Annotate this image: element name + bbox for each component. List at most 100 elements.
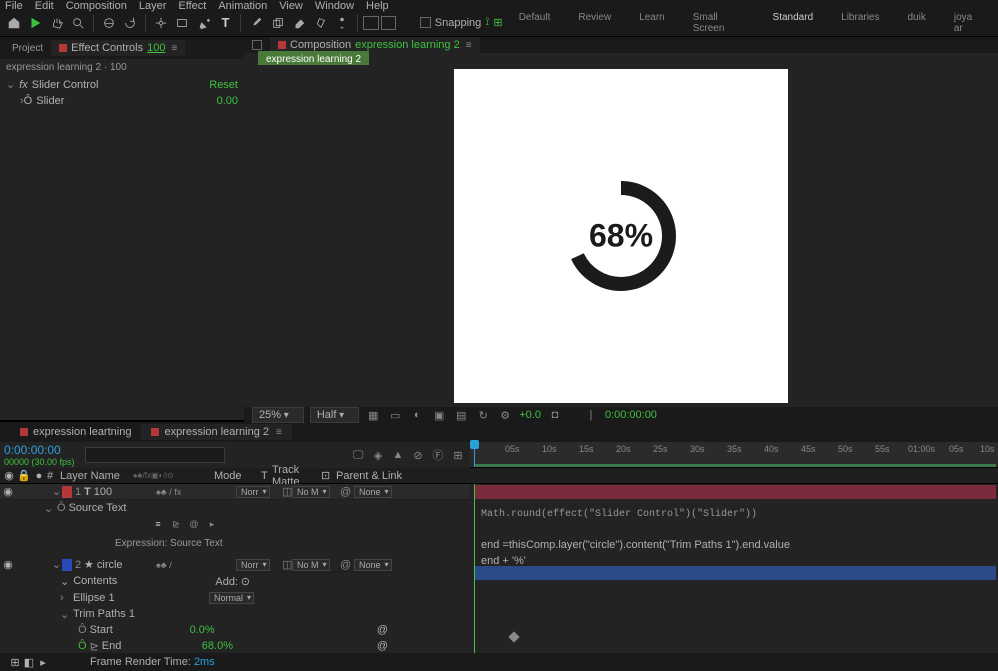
menu-item[interactable]: Layer <box>139 0 167 9</box>
resolution-select[interactable]: Half ▾ <box>310 407 359 423</box>
expression-language-icon[interactable]: ▸ <box>206 518 218 530</box>
property-row[interactable]: Ô Start 0.0% @ <box>0 622 470 638</box>
timeline-tracks[interactable]: Math.round(effect("Slider Control")("Sli… <box>470 484 998 653</box>
roto-tool-icon[interactable] <box>311 13 331 33</box>
tl-btn-icon[interactable]: ▲ <box>390 447 406 463</box>
start-value[interactable]: 0.0% <box>190 624 215 636</box>
layer-bar[interactable] <box>475 566 996 580</box>
trkmat-select[interactable]: No M <box>292 486 330 498</box>
rotate-tool-icon[interactable] <box>121 13 141 33</box>
grid-icon[interactable]: ▦ <box>365 407 381 423</box>
gear-icon[interactable]: ⚙ <box>497 407 513 423</box>
property-row[interactable]: Ô ⊵ End 68.0% @ <box>0 638 470 653</box>
twirl-icon[interactable]: › <box>60 592 70 604</box>
play-icon[interactable] <box>26 13 46 33</box>
menu-item[interactable]: Help <box>366 0 389 9</box>
menu-item[interactable]: Animation <box>218 0 267 9</box>
parent-select[interactable]: None <box>354 559 392 571</box>
workspace-tab[interactable]: joya ar <box>940 8 994 38</box>
trim-paths-row[interactable]: ⌄ Trim Paths 1 <box>0 606 470 622</box>
time-bracket-icon[interactable]: | <box>583 407 599 423</box>
tl-btn-icon[interactable]: ◈ <box>370 447 386 463</box>
fx-effect-row[interactable]: ⌄ fx Slider Control Reset <box>0 76 244 93</box>
workspace-tab[interactable]: Standard <box>759 8 828 38</box>
preserve-trans-toggle[interactable]: ◫ <box>282 485 292 498</box>
eraser-tool-icon[interactable] <box>289 13 309 33</box>
orbit-tool-icon[interactable] <box>99 13 119 33</box>
workspace-tab[interactable]: Learn <box>625 8 679 38</box>
home-icon[interactable] <box>4 13 24 33</box>
tl-btn-icon[interactable]: 🖵 <box>350 447 366 463</box>
region-icon[interactable]: ▣ <box>431 407 447 423</box>
brush-tool-icon[interactable] <box>246 13 266 33</box>
twirl-icon[interactable]: ⌄ <box>60 575 69 588</box>
twirl-icon[interactable]: ⌄ <box>52 485 62 498</box>
stroke-swatch[interactable] <box>381 16 397 30</box>
layer-bar[interactable] <box>475 485 996 499</box>
workspace-tab[interactable]: Libraries <box>827 8 893 38</box>
trkmat-select[interactable]: No M <box>292 559 330 571</box>
workspace-tab[interactable]: duik <box>894 8 940 38</box>
snap-opt-icon[interactable]: ⟟ <box>485 16 489 29</box>
timeline-tab[interactable]: expression learning 2 ≡ <box>141 424 291 440</box>
toggle-in-out-icon[interactable]: ▸ <box>36 656 50 669</box>
menu-item[interactable]: View <box>279 0 303 9</box>
mode-select[interactable]: Norr <box>236 486 270 498</box>
snap-opt-icon[interactable]: ⊞ <box>493 16 502 29</box>
layer-row[interactable]: ◉ ⌄ 2 ★circle ♠♣ / Norr ◫ No M @ None <box>0 557 470 573</box>
tl-btn-icon[interactable]: Ⓕ <box>430 447 446 463</box>
contents-row[interactable]: ⌄ Contents Add: ⊙ <box>0 573 470 590</box>
end-value[interactable]: 68.0% <box>202 640 233 652</box>
visibility-toggle[interactable]: ◉ <box>2 558 14 571</box>
exposure-value[interactable]: +0.0 <box>519 409 541 421</box>
menu-item[interactable]: File <box>5 0 23 9</box>
timeline-tab[interactable]: expression leartning <box>10 424 141 440</box>
expression-code[interactable]: Math.round(effect("Slider Control")("Sli… <box>475 506 996 524</box>
tl-btn-icon[interactable]: ⊞ <box>450 447 466 463</box>
search-input[interactable] <box>85 447 225 463</box>
workspace-tab[interactable]: Small Screen <box>679 8 759 38</box>
playhead[interactable] <box>474 442 475 467</box>
project-tab[interactable]: Project <box>4 41 51 56</box>
reset-button[interactable]: Reset <box>209 79 238 91</box>
anchor-tool-icon[interactable] <box>151 13 171 33</box>
stopwatch-icon[interactable]: Ô <box>78 624 87 636</box>
checkbox-icon[interactable] <box>420 17 431 28</box>
effect-controls-tab[interactable]: Effect Controls 100 ≡ <box>51 40 185 56</box>
add-menu-icon[interactable]: ⊙ <box>241 576 250 588</box>
twirl-icon[interactable]: ⌄ <box>60 608 70 621</box>
timecode[interactable]: 0:00:00:00 <box>4 443 75 457</box>
toggle-icon[interactable]: ◐ <box>409 407 425 423</box>
zoom-select[interactable]: 25% ▾ <box>252 407 304 423</box>
expression-graph-icon[interactable]: ⊵ <box>170 518 182 530</box>
mode-select[interactable]: Norr <box>236 559 270 571</box>
rect-tool-icon[interactable] <box>173 13 193 33</box>
pickwhip-icon[interactable]: @ <box>340 486 354 498</box>
expression-pickwhip-icon[interactable]: @ <box>188 518 200 530</box>
shape-group-row[interactable]: › Ellipse 1 Normal <box>0 590 470 606</box>
stopwatch-icon[interactable]: Ô <box>78 640 87 652</box>
pickwhip-icon[interactable]: @ <box>340 559 354 571</box>
stopwatch-icon[interactable]: Ô <box>24 95 33 107</box>
toggle-switches-icon[interactable]: ⊞ <box>8 656 22 669</box>
parent-select[interactable]: None <box>354 486 392 498</box>
composition-viewer[interactable]: 68% <box>244 65 998 407</box>
layer-row[interactable]: ◉ ⌄ 1 T100 ♠♣ / fx Norr ◫ No M @ None <box>0 484 470 500</box>
menu-item[interactable]: Effect <box>178 0 206 9</box>
time-ruler[interactable]: 05s 10s 15s 20s 25s 30s 35s 40s 45s 50s … <box>470 442 998 468</box>
pen-tool-icon[interactable] <box>194 13 214 33</box>
twirl-icon[interactable]: ⌄ <box>52 558 62 571</box>
panel-menu-icon[interactable]: ≡ <box>276 427 282 438</box>
preserve-trans-toggle[interactable]: ◫ <box>282 558 292 571</box>
layer-color[interactable] <box>62 486 72 498</box>
fx-icon[interactable]: fx <box>19 79 28 91</box>
menu-item[interactable]: Edit <box>35 0 54 9</box>
panel-menu-icon[interactable]: ≡ <box>171 43 177 54</box>
workspace-tab[interactable]: Review <box>564 8 625 38</box>
snapping-toggle[interactable]: Snapping ⟟ ⊞ <box>420 16 503 29</box>
work-area-bar[interactable] <box>474 464 996 467</box>
blend-select[interactable]: Normal <box>209 592 254 604</box>
reset-exp-icon[interactable]: ↻ <box>475 407 491 423</box>
expression-enable-icon[interactable]: ≡ <box>152 518 164 530</box>
stopwatch-icon[interactable]: Ô <box>57 502 66 514</box>
